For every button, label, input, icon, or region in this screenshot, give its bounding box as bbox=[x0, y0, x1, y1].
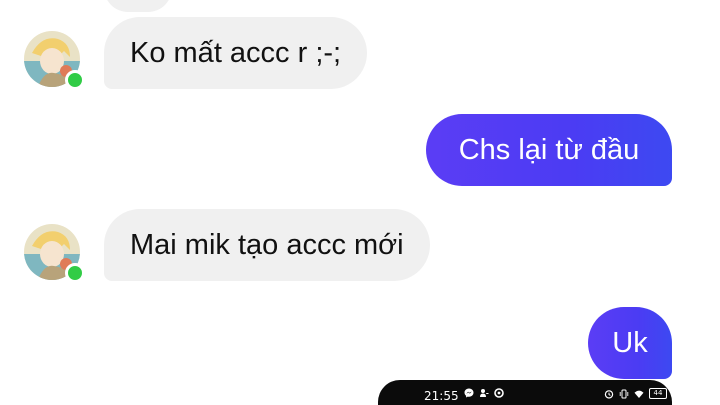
message-text: Mai mik tạo accc mới bbox=[130, 228, 404, 261]
message-bubble-incoming[interactable]: Mai mik tạo accc mới bbox=[104, 209, 430, 281]
message-bubble-previous[interactable] bbox=[104, 0, 172, 12]
message-text: Uk bbox=[612, 326, 648, 359]
message-text: Ko mất accc r ;-; bbox=[130, 36, 342, 69]
contact-avatar[interactable] bbox=[24, 31, 85, 90]
online-status-dot bbox=[65, 70, 85, 90]
message-text: Chs lại từ đầu bbox=[458, 133, 640, 166]
status-icons-right: 44 bbox=[604, 388, 667, 399]
status-icons-left bbox=[464, 388, 504, 398]
circle-icon bbox=[494, 388, 504, 398]
message-bubble-incoming[interactable]: Ko mất accc r ;-; bbox=[104, 17, 368, 89]
battery-icon: 44 bbox=[649, 388, 667, 399]
vibrate-icon bbox=[619, 389, 629, 398]
message-bubble-outgoing[interactable]: Chs lại từ đầu bbox=[426, 114, 672, 186]
message-bubble-outgoing[interactable]: Uk bbox=[588, 307, 672, 379]
alarm-icon bbox=[604, 389, 614, 399]
chat-thread: Ko mất accc r ;-; Chs lại từ đầu Mai mik… bbox=[0, 0, 720, 405]
status-time: 21:55 bbox=[424, 389, 459, 403]
messenger-icon bbox=[464, 388, 474, 398]
contact-avatar[interactable] bbox=[24, 224, 85, 283]
person-icon bbox=[480, 389, 489, 397]
status-bar: 21:55 44 bbox=[378, 380, 672, 405]
online-status-dot bbox=[65, 263, 85, 283]
wifi-icon bbox=[634, 390, 644, 398]
